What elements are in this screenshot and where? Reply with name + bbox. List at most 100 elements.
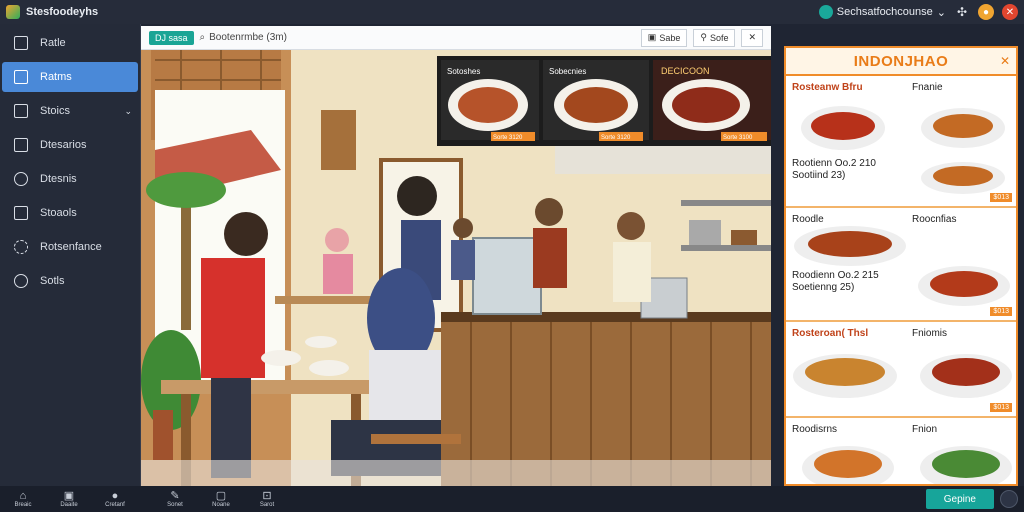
menu-row-2[interactable]: Roodle Roocnfias Roodienn Oo.2 215 Soeti… (786, 208, 1016, 322)
settings-icon[interactable]: ✣ (954, 4, 970, 20)
sidebar-item-label: Stoaols (40, 207, 77, 219)
bell-icon (14, 172, 28, 186)
save-button[interactable]: ▣ Sabe (640, 28, 688, 47)
bottom-item-sarot[interactable]: ⊡ Sarot (244, 490, 290, 508)
share-button[interactable]: ⚲ Sofe (693, 28, 736, 47)
menu-row-1[interactable]: Rosteanw Bfru Fnanie Rootienn Oo.2 210 S… (786, 76, 1016, 208)
chevron-down-icon: ⌄ (124, 105, 132, 116)
menu-item-label: Roocnfias (912, 214, 957, 225)
gear-icon (14, 240, 28, 254)
bottom-item-breaic[interactable]: ⌂ Breaic (0, 490, 46, 508)
sidebar-item-dtesarios[interactable]: Dtesarios (2, 130, 138, 160)
menu-title: INDONJHAO (853, 52, 949, 70)
menu-item-label: Fnanie (912, 82, 943, 93)
calendar-icon (14, 206, 28, 220)
chevron-down-icon: ⌄ (936, 6, 946, 19)
notification-icon[interactable]: ● (978, 4, 994, 20)
screen-label-3: DECICOON (661, 66, 710, 76)
sidebar-item-label: Sotls (40, 275, 65, 287)
close-icon[interactable]: ✕ (1002, 4, 1018, 20)
bottom-item-daaite[interactable]: ▣ Daaite (46, 490, 92, 508)
primary-action-button[interactable]: Gepine (925, 489, 994, 509)
bottom-actions: Gepine (925, 489, 1024, 509)
close-icon: ✕ (748, 32, 756, 42)
content-toolbar: DJ sasa ⌕ Bootenrmbe (3m) ▣ Sabe ⚲ Sofe ✕ (141, 26, 771, 50)
sidebar-item-label: Dtesarios (40, 139, 87, 151)
grid-icon (14, 104, 28, 118)
sidebar-item-label: Dtesnis (40, 173, 77, 185)
dish-image (918, 266, 1010, 306)
screen-price-1: Sorte 3120 (493, 135, 523, 141)
menu-item-label: Roodisrns (792, 424, 838, 435)
sidebar-item-dtesnis[interactable]: Dtesnis (2, 164, 138, 194)
dish-image (921, 108, 1005, 148)
sidebar-item-label: Ratms (40, 71, 72, 83)
bottom-item-label: Daaite (60, 502, 78, 508)
restaurant-illustration: Sotoshes Sobecnies DECICOON Sorte 3120 S… (141, 50, 771, 486)
menu-item-label: Rosteanw Bfru (792, 82, 863, 93)
dish-image (920, 446, 1012, 484)
sidebar-item-label: Stoics (40, 105, 70, 117)
sidebar-item-ratms[interactable]: Ratms (2, 62, 138, 92)
menu-row-4[interactable]: Roodisrns Fnion (786, 418, 1016, 484)
window-title: Stesfoodeyhs (26, 6, 99, 18)
title-bar: Stesfoodeyhs Sechsatfochcounse ⌄ ✣ ● ✕ (0, 0, 1024, 24)
sidebar-item-label: Ratle (40, 37, 66, 49)
menu-item-label: Fniomis (912, 328, 948, 339)
menu-item-desc: Roodienn Oo.2 215 Soetienng 25) (792, 270, 879, 293)
building-icon: ▣ (63, 490, 75, 502)
mail-icon (14, 70, 28, 84)
lock-icon: ⊡ (262, 490, 272, 502)
dish-image (802, 446, 894, 484)
menu-item-label: Fnion (912, 424, 938, 435)
search-icon: ⌕ (199, 32, 206, 43)
home-icon (14, 36, 28, 50)
account-avatar (818, 5, 833, 19)
screen-label-2: Sobecnies (549, 67, 586, 76)
search-text: Bootenrmbe (3m) (209, 32, 287, 43)
sidebar-item-stoaols[interactable]: Stoaols (2, 198, 138, 228)
sidebar-item-rotsenfance[interactable]: Rotsenfance (2, 232, 138, 262)
screen-price-3: Sorte 3100 (723, 135, 753, 141)
bottom-item-cretanf[interactable]: ● Cretanf (92, 490, 138, 508)
menu-item-label: Rosteroan( Thsl (792, 328, 869, 339)
home-icon: ⌂ (19, 490, 27, 502)
bottom-item-label: Noane (212, 502, 230, 508)
chat-icon: ● (111, 490, 119, 502)
monitor-icon (14, 138, 28, 152)
app-window: Stesfoodeyhs Sechsatfochcounse ⌄ ✣ ● ✕ R… (0, 0, 1024, 512)
sidebar-item-stoics[interactable]: Stoics ⌄ (2, 96, 138, 126)
search-field[interactable]: ⌕ Bootenrmbe (3m) (200, 32, 287, 43)
account-label: Sechsatfochcounse (836, 6, 933, 18)
user-icon[interactable] (1000, 490, 1018, 508)
bottom-bar: ⌂ Breaic ▣ Daaite ● Cretanf ✎ Sonet ▢ Noane ⊡… (0, 486, 1024, 512)
account-switcher[interactable]: Sechsatfochcounse ⌄ (818, 5, 946, 19)
sidebar-item-sotls[interactable]: Sotls (2, 266, 138, 296)
dish-image (794, 226, 906, 266)
price-tag: $013 (990, 307, 1012, 316)
app-logo (6, 5, 20, 19)
bottom-item-label: Cretanf (105, 502, 125, 508)
menu-item-desc: Rootienn Oo.2 210 Sootiind 23) (792, 158, 876, 181)
image-icon: ▣ (647, 32, 657, 42)
dish-image (920, 354, 1012, 398)
dish-image (793, 354, 897, 398)
bottom-item-sonet[interactable]: ✎ Sonet (152, 490, 198, 508)
bottom-item-label: Sonet (167, 502, 183, 508)
save-label: Sabe (659, 32, 681, 43)
bottom-item-label: Breaic (14, 502, 32, 508)
link-icon: ⚲ (700, 32, 707, 42)
sidebar: Ratle Ratms Stoics ⌄ Dtesarios Dtesnis St… (0, 24, 141, 486)
close-tool-button[interactable]: ✕ (741, 28, 763, 47)
tag-button[interactable]: DJ sasa (149, 30, 194, 45)
screen-label-1: Sotoshes (447, 67, 480, 76)
scene-svg: Sotoshes Sobecnies DECICOON Sorte 3120 S… (141, 50, 771, 486)
close-icon[interactable]: ✕ (1000, 54, 1010, 68)
dish-image (801, 106, 885, 150)
bottom-item-label: Sarot (259, 502, 275, 508)
sidebar-item-ratle[interactable]: Ratle (2, 28, 138, 58)
price-tag: $013 (990, 403, 1012, 412)
menu-row-3[interactable]: Rosteroan( Thsl Fniomis $013 (786, 322, 1016, 418)
bottom-item-noane[interactable]: ▢ Noane (198, 490, 244, 508)
settings-icon (14, 274, 28, 288)
